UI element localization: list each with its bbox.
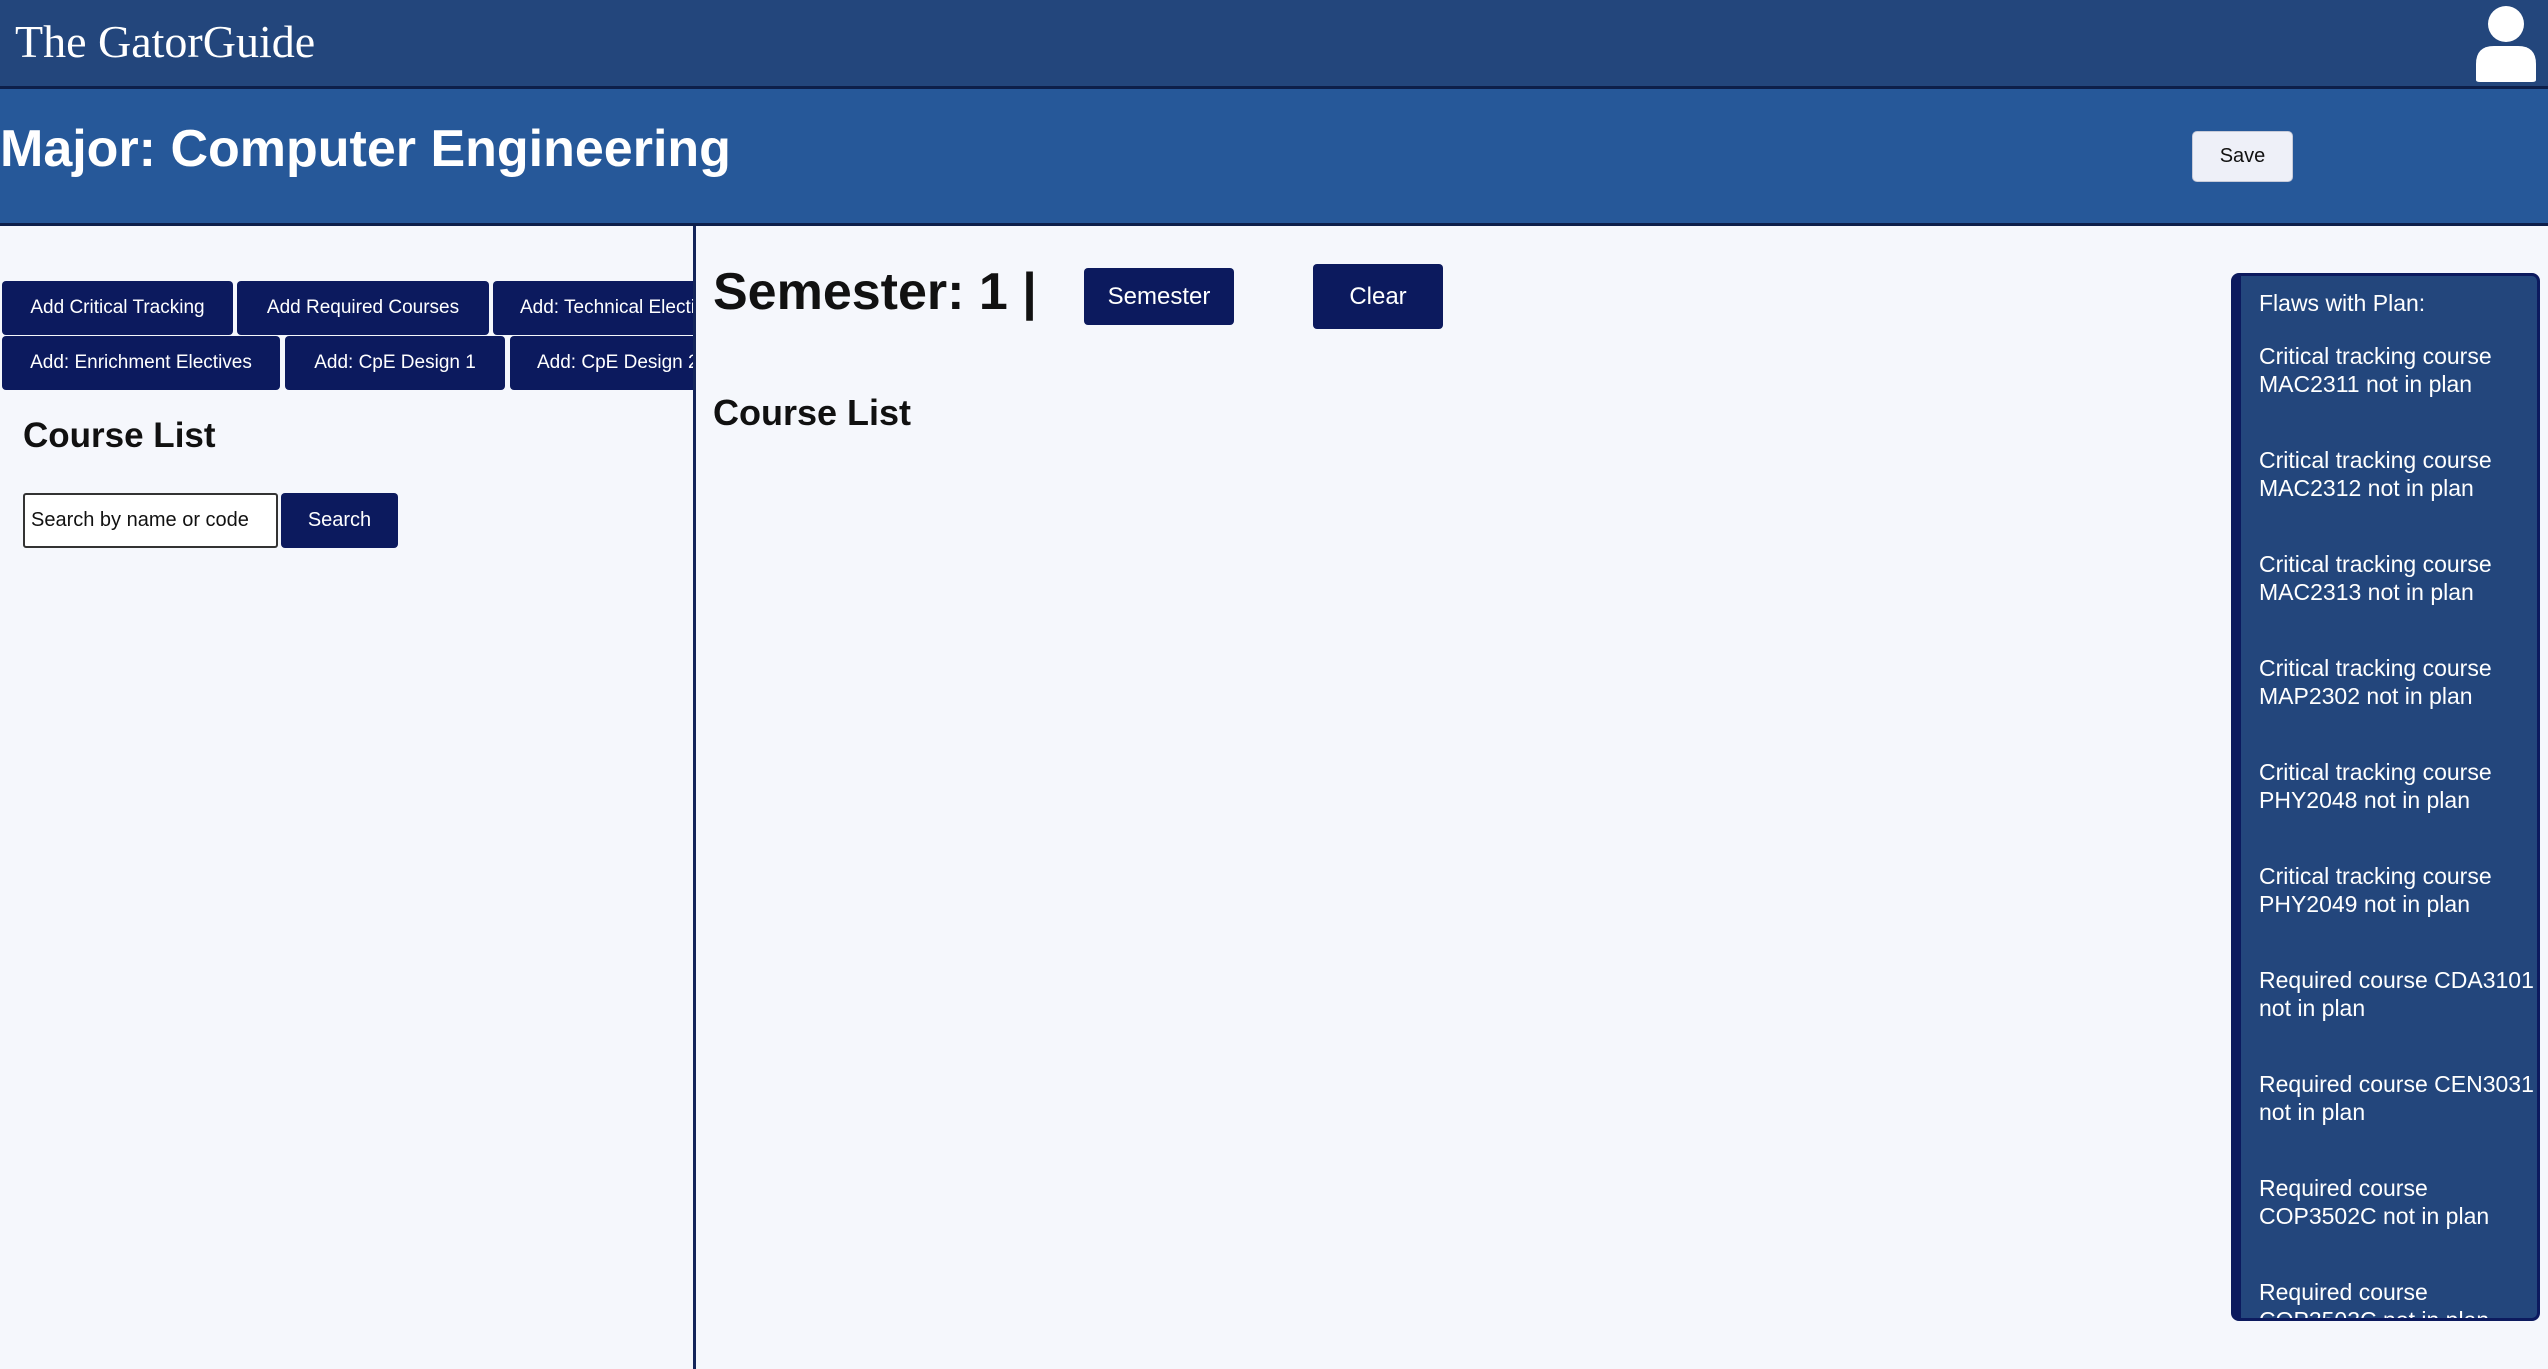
flaw-item: Required course CEN3031 not in plan xyxy=(2259,1071,2534,1125)
left-panel: Add Critical Tracking Add Required Cours… xyxy=(0,226,696,1369)
major-title: Major: Computer Engineering xyxy=(0,120,731,178)
search-input[interactable] xyxy=(23,493,278,548)
search-button[interactable]: Search xyxy=(281,493,398,548)
flaw-item: Critical tracking course PHY2049 not in … xyxy=(2259,863,2492,917)
top-bar: The GatorGuide xyxy=(0,0,2548,89)
add-required-courses-button[interactable]: Add Required Courses xyxy=(237,281,489,335)
add-technical-electives-button[interactable]: Add: Technical Electives xyxy=(493,281,693,335)
semester-button[interactable]: Semester xyxy=(1084,268,1234,325)
flaw-item: Critical tracking course MAC2312 not in … xyxy=(2259,447,2492,501)
semester-course-list-heading: Course List xyxy=(713,392,912,433)
clear-button[interactable]: Clear xyxy=(1313,264,1443,329)
add-critical-tracking-button[interactable]: Add Critical Tracking xyxy=(2,281,233,335)
app-title[interactable]: The GatorGuide xyxy=(15,14,315,70)
flaw-item: Critical tracking course MAC2311 not in … xyxy=(2259,343,2492,397)
flaws-panel[interactable]: Flaws with Plan: Critical tracking cours… xyxy=(2231,273,2540,1321)
flaw-item: Required course CDA3101 not in plan xyxy=(2259,967,2534,1021)
flaw-item: Critical tracking course MAC2313 not in … xyxy=(2259,551,2492,605)
major-header: Major: Computer Engineering Save xyxy=(0,89,2548,226)
add-enrichment-electives-button[interactable]: Add: Enrichment Electives xyxy=(2,336,280,390)
course-list-heading: Course List xyxy=(23,416,216,455)
flaw-item: Critical tracking course MAP2302 not in … xyxy=(2259,655,2492,709)
flaw-item: Required course COP3502C not in plan xyxy=(2259,1175,2490,1229)
flaw-item: Critical tracking course PHY2048 not in … xyxy=(2259,759,2492,813)
save-button[interactable]: Save xyxy=(2192,131,2293,182)
add-cpe-design-1-button[interactable]: Add: CpE Design 1 xyxy=(285,336,505,390)
add-cpe-design-2-button[interactable]: Add: CpE Design 2 xyxy=(510,336,693,390)
semester-title: Semester: 1 | xyxy=(713,263,1037,321)
user-icon[interactable] xyxy=(2474,4,2538,82)
flaw-item: Required course COP3503C not in plan xyxy=(2259,1279,2490,1321)
flaws-title: Flaws with Plan: xyxy=(2259,290,2426,316)
